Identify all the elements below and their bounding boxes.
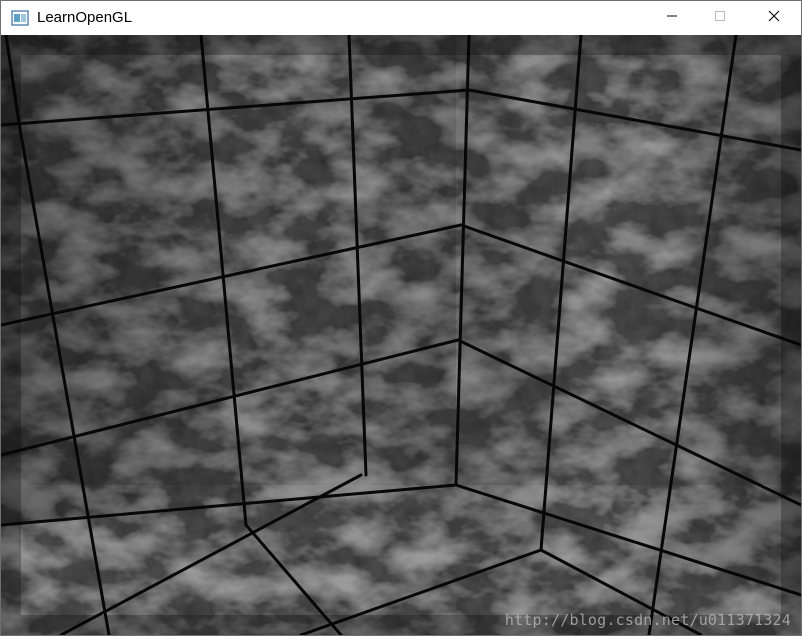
app-window: LearnOpenGL http://blog.csdn.net/u011371… [0,0,802,636]
opengl-viewport[interactable]: http://blog.csdn.net/u011371324 [1,35,801,635]
minimize-icon [666,9,678,27]
maximize-icon [714,9,726,27]
close-button[interactable] [751,1,797,35]
maximize-button[interactable] [697,1,743,35]
watermark-text: http://blog.csdn.net/u011371324 [504,611,791,629]
room-surfaces [1,35,801,635]
tiled-room-render [1,35,801,635]
app-window-icon [11,10,29,26]
minimize-button[interactable] [649,1,695,35]
window-title: LearnOpenGL [37,9,133,26]
title-bar[interactable]: LearnOpenGL [1,1,801,35]
close-icon [768,9,780,27]
